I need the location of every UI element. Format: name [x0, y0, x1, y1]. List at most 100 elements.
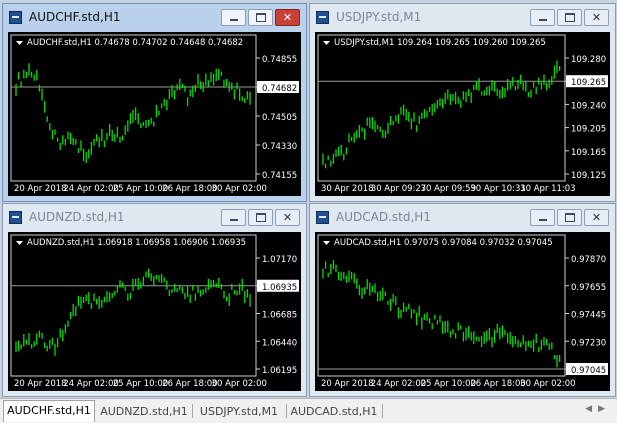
- chart-window-icon: [9, 211, 22, 224]
- time-label: 25 Apr 10:00: [113, 379, 168, 389]
- price-chart[interactable]: 0.74855 0.74682 0.74505 0.74330 0.74155 20 Ap…: [8, 32, 301, 196]
- plot-frame: [317, 34, 566, 182]
- tab-scroll-arrows: ◀▶: [585, 404, 611, 414]
- tab-audnzd[interactable]: AUDNZD.std,H1: [98, 402, 190, 421]
- tab-separator: [286, 404, 287, 418]
- tab-separator: [192, 404, 193, 418]
- price-label: 1.07170: [262, 255, 297, 265]
- time-label: 25 Apr 10:00: [421, 379, 476, 389]
- chart-window-audnzd[interactable]: AUDNZD.std,H1 ✕ 1.07170 1.06935 1.06685 1.0…: [2, 203, 307, 397]
- tab-separator: [382, 404, 383, 418]
- time-label: 24 Apr 02:00: [63, 184, 118, 194]
- triangle-down-icon[interactable]: [16, 241, 23, 245]
- maximize-icon: [255, 213, 266, 222]
- time-label: 30 Apr 02:00: [212, 379, 267, 389]
- time-label: 30 Apr 02:00: [520, 379, 575, 389]
- maximize-icon: [564, 13, 575, 22]
- maximize-button[interactable]: [248, 209, 273, 226]
- close-button[interactable]: ✕: [584, 9, 609, 26]
- close-icon: ✕: [591, 11, 602, 24]
- minimize-button[interactable]: [530, 9, 555, 26]
- time-label: 30 Apr 09:27: [371, 184, 426, 194]
- price-label: 0.97870: [571, 255, 606, 265]
- price-label: 0.74682: [262, 84, 297, 94]
- chart-window-icon: [9, 11, 22, 24]
- close-icon: ✕: [591, 211, 602, 224]
- price-label: 0.97230: [571, 338, 606, 348]
- window-title: AUDCHF.std,H1: [29, 10, 121, 24]
- price-chart[interactable]: 109.280 109.265 109.240 109.205 109.165 109.1…: [315, 32, 610, 196]
- time-label: 20 Apr 2018: [321, 379, 374, 389]
- triangle-down-icon[interactable]: [323, 41, 330, 45]
- minimize-icon: [229, 19, 238, 21]
- time-label: 30 Apr 11:03: [520, 184, 575, 194]
- tab-audchf[interactable]: AUDCHF.std,H1: [3, 400, 95, 422]
- price-label: 0.74330: [262, 142, 297, 152]
- time-label: 24 Apr 02:00: [63, 379, 118, 389]
- price-label: 109.240: [571, 101, 606, 111]
- chart-canvas[interactable]: 109.280 109.265 109.240 109.205 109.165 109.1…: [315, 32, 610, 196]
- price-label: 0.74505: [262, 113, 297, 123]
- chart-tab-bar: AUDCHF.std,H1 AUDNZD.std,H1 USDJPY.std,M…: [0, 398, 617, 423]
- time-label: 30 Apr 09:59: [421, 184, 476, 194]
- window-titlebar[interactable]: AUDCHF.std,H1 ✕: [3, 4, 306, 32]
- scroll-left-arrow-icon[interactable]: ◀: [585, 404, 598, 414]
- window-titlebar[interactable]: USDJPY.std,M1 ✕: [310, 4, 615, 32]
- price-label: 109.280: [571, 55, 606, 65]
- maximize-button[interactable]: [557, 9, 582, 26]
- plot-frame: [10, 34, 257, 182]
- minimize-icon: [229, 219, 238, 221]
- chart-window-usdjpy[interactable]: USDJPY.std,M1 ✕ 109.280 109.265 109.240 109…: [309, 3, 616, 202]
- maximize-icon: [564, 213, 575, 222]
- time-label: 20 Apr 2018: [14, 184, 67, 194]
- close-icon: ✕: [282, 11, 293, 24]
- time-label: 30 Apr 10:31: [470, 184, 525, 194]
- price-label: 1.06935: [262, 283, 297, 293]
- symbol-info: AUDCAD.std,H1 0.97075 0.97084 0.97032 0.…: [334, 238, 553, 248]
- chart-canvas[interactable]: 1.07170 1.06935 1.06685 1.06440 1.06195 20 Ap…: [8, 232, 301, 391]
- time-label: 30 Apr 2018: [321, 184, 374, 194]
- maximize-icon: [255, 13, 266, 22]
- window-titlebar[interactable]: AUDNZD.std,H1 ✕: [3, 204, 306, 232]
- time-label: 30 Apr 02:00: [212, 184, 267, 194]
- symbol-info: AUDNZD.std,H1 1.06918 1.06958 1.06906 1.…: [27, 238, 246, 248]
- time-label: 26 Apr 18:00: [470, 379, 525, 389]
- triangle-down-icon[interactable]: [16, 41, 23, 45]
- price-label: 0.97655: [571, 283, 606, 293]
- chart-window-audcad[interactable]: AUDCAD.std,H1 ✕ 0.97870 0.97655 0.97445 0.9…: [309, 203, 616, 397]
- price-label: 109.165: [571, 148, 606, 158]
- price-label: 0.74855: [262, 55, 297, 65]
- price-label: 1.06685: [262, 311, 297, 321]
- triangle-down-icon[interactable]: [323, 241, 330, 245]
- close-button[interactable]: ✕: [584, 209, 609, 226]
- price-chart[interactable]: 0.97870 0.97655 0.97445 0.97230 0.97045 20 Ap…: [315, 232, 610, 391]
- chart-window-icon: [316, 211, 329, 224]
- price-label: 0.74155: [262, 171, 297, 181]
- time-label: 24 Apr 02:00: [371, 379, 426, 389]
- price-label: 109.125: [571, 171, 606, 181]
- chart-window-audchf[interactable]: AUDCHF.std,H1 ✕ 0.74855 0.74682 0.74505 0.7…: [2, 3, 307, 202]
- minimize-icon: [538, 219, 547, 221]
- tab-usdjpy[interactable]: USDJPY.std,M1: [194, 402, 284, 421]
- chart-canvas[interactable]: 0.74855 0.74682 0.74505 0.74330 0.74155 20 Ap…: [8, 32, 301, 196]
- window-titlebar[interactable]: AUDCAD.std,H1 ✕: [310, 204, 615, 232]
- tab-audcad[interactable]: AUDCAD.std,H1: [288, 402, 380, 421]
- scroll-right-arrow-icon[interactable]: ▶: [598, 404, 611, 414]
- close-icon: ✕: [282, 211, 293, 224]
- minimize-button[interactable]: [530, 209, 555, 226]
- time-label: 26 Apr 18:00: [162, 379, 217, 389]
- time-label: 20 Apr 2018: [14, 379, 67, 389]
- minimize-icon: [538, 19, 547, 21]
- plot-frame: [10, 234, 257, 377]
- chart-canvas[interactable]: 0.97870 0.97655 0.97445 0.97230 0.97045 20 Ap…: [315, 232, 610, 391]
- minimize-button[interactable]: [221, 209, 246, 226]
- maximize-button[interactable]: [248, 9, 273, 26]
- price-label: 0.97045: [571, 366, 606, 376]
- maximize-button[interactable]: [557, 209, 582, 226]
- window-title: AUDNZD.std,H1: [29, 210, 125, 224]
- close-button[interactable]: ✕: [275, 9, 300, 26]
- price-chart[interactable]: 1.07170 1.06935 1.06685 1.06440 1.06195 20 Ap…: [8, 232, 301, 391]
- price-label: 1.06195: [262, 366, 297, 376]
- minimize-button[interactable]: [221, 9, 246, 26]
- close-button[interactable]: ✕: [275, 209, 300, 226]
